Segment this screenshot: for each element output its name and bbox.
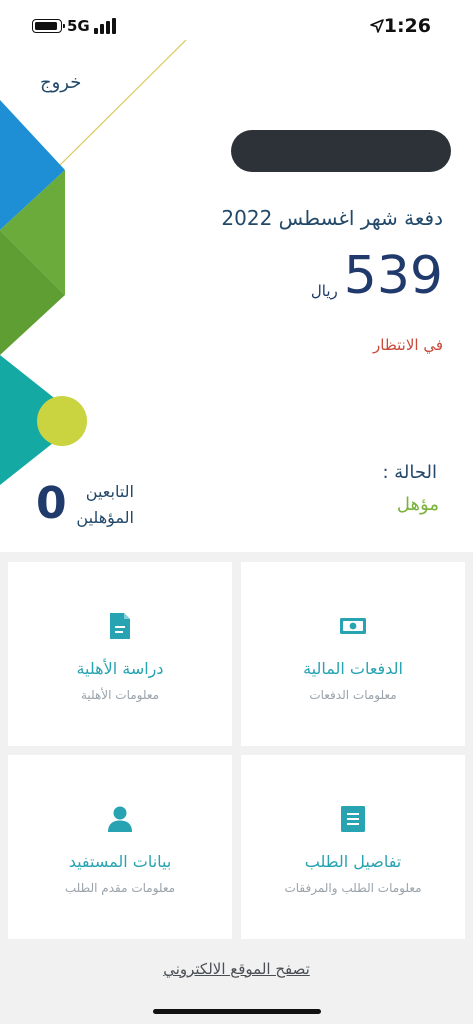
payment-title: دفعة شهر اغسطس 2022 <box>221 206 443 230</box>
beneficiary-card[interactable]: بيانات المستفيد معلومات مقدم الطلب <box>8 755 232 939</box>
request-details-card[interactable]: تفاصيل الطلب معلومات الطلب والمرفقات <box>241 755 465 939</box>
beneficiary-card-title: بيانات المستفيد <box>68 852 172 871</box>
home-indicator[interactable] <box>153 1009 321 1014</box>
beneficiary-card-subtitle: معلومات مقدم الطلب <box>64 881 176 895</box>
eligibility-study-card[interactable]: دراسة الأهلية معلومات الأهلية <box>8 562 232 746</box>
payment-amount: 539 ريال <box>311 250 443 302</box>
user-icon <box>108 806 132 832</box>
payments-card-title: الدفعات المالية <box>303 659 403 678</box>
location-arrow-icon <box>370 19 384 33</box>
money-icon <box>340 618 366 634</box>
payment-status: في الانتظار <box>373 336 443 354</box>
dependents-label-line2: المؤهلين <box>76 508 134 527</box>
document-icon <box>110 613 130 639</box>
signal-icon <box>94 18 116 34</box>
amount-value: 539 <box>343 246 443 306</box>
eligibility-label: الحالة : <box>382 462 437 483</box>
eligibility-value: مؤهل <box>396 494 439 515</box>
payments-card-subtitle: معلومات الدفعات <box>309 688 397 702</box>
dependents-count: 0 <box>36 478 67 529</box>
payments-card[interactable]: الدفعات المالية معلومات الدفعات <box>241 562 465 746</box>
eligibility-study-card-subtitle: معلومات الأهلية <box>80 688 160 702</box>
eligibility-study-card-title: دراسة الأهلية <box>76 659 164 678</box>
list-icon <box>341 806 365 832</box>
network-type: 5G <box>67 17 90 35</box>
dependents-label-line1: التابعين <box>85 482 134 501</box>
request-details-card-title: تفاصيل الطلب <box>304 852 402 871</box>
user-name-redacted <box>231 130 451 172</box>
request-details-card-subtitle: معلومات الطلب والمرفقات <box>284 881 422 895</box>
decorative-shapes <box>0 40 187 485</box>
battery-icon <box>32 19 65 33</box>
website-link[interactable]: تصفح الموقع الالكتروني <box>0 960 473 978</box>
amount-currency: ريال <box>310 282 338 300</box>
status-time: 1:26 <box>383 15 431 37</box>
logout-button[interactable]: خروج <box>40 72 81 93</box>
